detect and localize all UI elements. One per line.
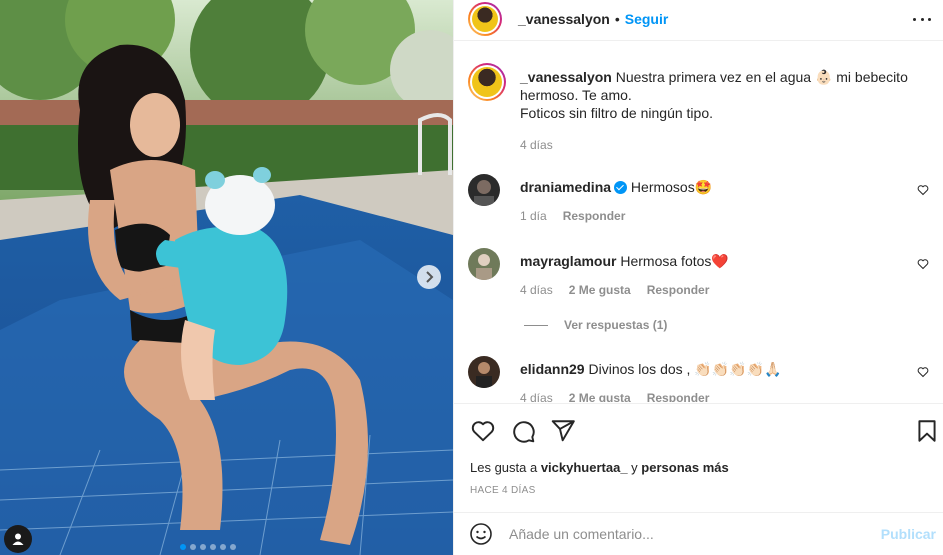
comment-time[interactable]: 4 días [520,391,553,402]
comment-meta: 4 días 2 Me gusta Responder [520,283,709,297]
header-separator: • [614,10,620,27]
commenter-username[interactable]: elidann29 [520,361,585,377]
save-bookmark-icon[interactable] [914,418,940,444]
carousel-dot [220,544,226,550]
likes-middle: y [627,460,642,475]
comment-meta: 4 días 2 Me gusta Responder [520,391,709,402]
add-comment-bar: Publicar [454,512,943,555]
verified-badge-icon [614,181,628,194]
comment-bubble-icon[interactable] [510,418,536,444]
comment-likes[interactable]: 2 Me gusta [569,391,631,402]
post-media[interactable] [0,0,453,555]
commenter-username[interactable]: draniamedina [520,179,611,195]
likes-summary: Les gusta a vickyhuertaa_ y personas más [470,460,729,475]
carousel-dot [190,544,196,550]
comment-content: Divinos los dos , 👏🏻👏🏻👏🏻👏🏻🙏🏻 [584,361,782,377]
carousel-dot [210,544,216,550]
post-actions [454,403,943,457]
reply-button[interactable]: Responder [563,209,626,223]
commenter-username[interactable]: mayraglamour [520,253,616,269]
tagged-users-button[interactable] [4,525,32,553]
caption-body-2: Foticos sin filtro de ningún tipo. [520,105,713,121]
comment-content: Hermosos🤩 [627,179,713,195]
comment-content: Hermosa fotos❤️ [616,253,729,269]
more-options-icon[interactable] [913,10,931,28]
post-sidebar: _vanessalyon • Seguir _vanessalyon Nuest… [453,0,943,555]
post-header: _vanessalyon • Seguir [454,0,943,37]
liker-username[interactable]: vickyhuertaa_ [541,460,628,475]
emoji-icon[interactable] [469,522,493,546]
caption-text: _vanessalyon Nuestra primera vez en el a… [520,68,930,154]
carousel-indicator [180,544,236,550]
like-comment-heart-icon[interactable] [917,366,929,378]
like-comment-heart-icon[interactable] [917,258,929,270]
carousel-dot [230,544,236,550]
follow-button[interactable]: Seguir [625,11,669,27]
caption-time[interactable]: 4 días [520,136,930,154]
comment-text: draniamedina Hermosos🤩 [520,178,900,196]
commenter-avatar[interactable] [468,248,500,280]
comments-scroll-area[interactable]: _vanessalyon Nuestra primera vez en el a… [454,40,943,402]
caption-username[interactable]: _vanessalyon [520,69,612,85]
reply-button[interactable]: Responder [647,391,710,402]
caption-avatar[interactable] [468,63,506,101]
author-username[interactable]: _vanessalyon [518,11,610,27]
comment-meta: 1 día Responder [520,209,625,223]
chevron-right-icon [426,271,434,283]
likes-prefix: Les gusta a [470,460,541,475]
commenter-avatar[interactable] [468,174,500,206]
view-replies-button[interactable]: Ver respuestas (1) [524,318,667,332]
carousel-next-button[interactable] [417,265,441,289]
replies-divider [524,324,548,326]
like-comment-heart-icon[interactable] [917,184,929,196]
post-photo [0,0,453,555]
share-send-icon[interactable] [550,418,576,444]
carousel-dot [200,544,206,550]
post-timestamp[interactable]: HACE 4 DÍAS [470,485,536,496]
view-replies-label: Ver respuestas (1) [564,318,668,332]
comment-text: mayraglamour Hermosa fotos❤️ [520,252,900,270]
author-avatar[interactable] [468,1,502,36]
user-icon [12,533,24,545]
comment-input[interactable] [509,526,869,542]
post-comment-button[interactable]: Publicar [881,526,936,542]
comment-text: elidann29 Divinos los dos , 👏🏻👏🏻👏🏻👏🏻🙏🏻 [520,360,900,378]
likes-others-button[interactable]: personas más [641,460,728,475]
carousel-dot [180,544,186,550]
comment-time[interactable]: 4 días [520,283,553,297]
reply-button[interactable]: Responder [647,283,710,297]
like-heart-icon[interactable] [470,418,496,444]
commenter-avatar[interactable] [468,356,500,388]
comment-likes[interactable]: 2 Me gusta [569,283,631,297]
comment-time[interactable]: 1 día [520,209,547,223]
